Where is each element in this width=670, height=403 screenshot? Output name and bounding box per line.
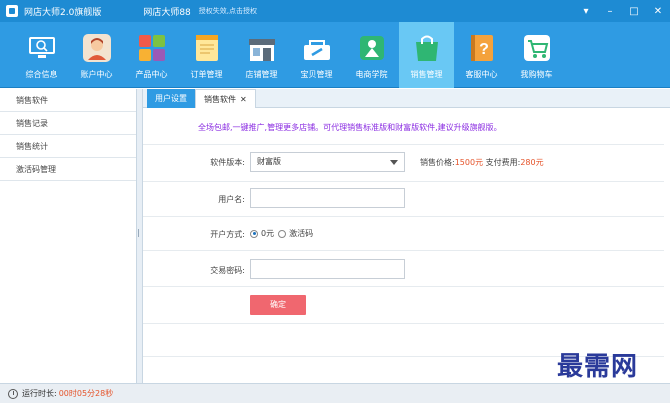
- divider: [143, 286, 664, 287]
- tab-user-settings[interactable]: 用户设置: [147, 89, 195, 108]
- nav-label: 销售管理: [410, 70, 443, 79]
- price-label: 销售价格:: [420, 158, 455, 167]
- confirm-button[interactable]: 确定: [250, 295, 306, 315]
- maximize-icon[interactable]: □: [622, 0, 646, 22]
- fee-label: 支付费用:: [485, 158, 521, 167]
- school-icon: [356, 32, 388, 64]
- open-mode-label: 开户方式:: [210, 230, 245, 239]
- sidebar-item-sales-stats[interactable]: 销售统计: [0, 135, 136, 158]
- password-label: 交易密码:: [210, 266, 245, 275]
- clock-icon: [8, 388, 18, 399]
- chevron-down-icon: [390, 160, 398, 165]
- user-icon: [81, 32, 113, 64]
- apps-icon: [136, 32, 168, 64]
- sidebar-item-sales-records[interactable]: 销售记录: [0, 112, 136, 135]
- tools-icon: [301, 32, 333, 64]
- minimize-icon[interactable]: –: [598, 0, 622, 22]
- version-select[interactable]: 财富版: [250, 152, 405, 172]
- nav-label: 店铺管理: [245, 70, 278, 79]
- app-title: 网店大师2.0旗舰版: [24, 7, 102, 18]
- nav-item-cart[interactable]: 我购物车: [509, 22, 564, 88]
- auth-status-link[interactable]: 授权失效,点击授权: [199, 6, 257, 16]
- tab-label: 销售软件: [204, 95, 236, 104]
- dropdown-icon[interactable]: ▾: [574, 0, 598, 22]
- shop-name: 网店大师88: [143, 7, 191, 18]
- runtime-value: 00时05分28秒: [58, 389, 114, 398]
- close-icon[interactable]: ✕: [240, 95, 247, 104]
- nav-item-overview[interactable]: 综合信息: [14, 22, 69, 88]
- nav-item-account[interactable]: 账户中心: [69, 22, 124, 88]
- runtime-label: 运行时长:: [22, 389, 57, 398]
- nav-item-sales[interactable]: 销售管理: [399, 22, 454, 88]
- title-bar: 网店大师2.0旗舰版 网店大师88 授权失效,点击授权 ▾ – □ ✕: [0, 0, 670, 22]
- nav-label: 我购物车: [520, 70, 553, 79]
- version-value: 财富版: [257, 157, 281, 166]
- nav-label: 账户中心: [80, 70, 113, 79]
- sidebar-item-activation-codes[interactable]: 激活码管理: [0, 158, 136, 181]
- nav-item-products[interactable]: 产品中心: [124, 22, 179, 88]
- monitor-icon: [26, 32, 58, 64]
- nav-label: 产品中心: [135, 70, 168, 79]
- price-value: 1500元: [454, 158, 484, 167]
- nav-item-support[interactable]: ? 客服中心: [454, 22, 509, 88]
- nav-label: 客服中心: [465, 70, 498, 79]
- notepad-icon: [191, 32, 223, 64]
- open-mode-group: 0元 激活码: [250, 228, 313, 239]
- radio-zero-yuan[interactable]: [250, 229, 258, 238]
- username-label: 用户名:: [218, 195, 245, 204]
- bag-icon: [411, 32, 443, 64]
- divider: [143, 181, 664, 182]
- divider: [143, 144, 664, 145]
- cart-icon: [521, 32, 553, 64]
- close-icon[interactable]: ✕: [646, 0, 670, 22]
- store-icon: [246, 32, 278, 64]
- main-nav: 综合信息 账户中心 产品中心 订单管理 店铺管理 宝贝管理 电商学院 销售管理 …: [0, 22, 670, 88]
- tab-bar: 用户设置 销售软件 ✕: [143, 89, 670, 108]
- radio-activation-code[interactable]: [278, 229, 287, 238]
- nav-item-items[interactable]: 宝贝管理: [289, 22, 344, 88]
- nav-item-orders[interactable]: 订单管理: [179, 22, 234, 88]
- option-code-label: 激活码: [289, 229, 314, 238]
- divider: [143, 250, 664, 251]
- help-book-icon: ?: [466, 32, 498, 64]
- nav-item-academy[interactable]: 电商学院: [344, 22, 399, 88]
- app-logo-icon: [6, 5, 18, 17]
- option-zero-label: 0元: [261, 229, 275, 238]
- price-info: 销售价格:1500元 支付费用:280元: [420, 157, 544, 168]
- nav-label: 电商学院: [355, 70, 388, 79]
- tab-sales-software[interactable]: 销售软件 ✕: [195, 89, 256, 108]
- nav-label: 订单管理: [190, 70, 223, 79]
- nav-item-stores[interactable]: 店铺管理: [234, 22, 289, 88]
- svg-text:?: ?: [479, 41, 489, 58]
- username-input[interactable]: [250, 188, 405, 208]
- watermark: 最需网: [557, 352, 639, 382]
- version-label: 软件版本:: [210, 158, 245, 167]
- nav-label: 综合信息: [25, 70, 58, 79]
- sidebar: 销售软件 销售记录 销售统计 激活码管理: [0, 89, 137, 383]
- divider: [143, 216, 664, 217]
- nav-label: 宝贝管理: [300, 70, 333, 79]
- sidebar-item-sales-software[interactable]: 销售软件: [0, 89, 136, 112]
- trade-password-input[interactable]: [250, 259, 405, 279]
- status-bar: 运行时长: 00时05分28秒: [0, 383, 670, 403]
- promo-notice: 全场包邮,一键推广,管理更多店铺。可代理销售标准版和财富版软件,建议升级旗舰版。: [198, 123, 502, 132]
- window-controls: ▾ – □ ✕: [574, 0, 670, 22]
- fee-value: 280元: [520, 158, 544, 167]
- sales-form: 全场包邮,一键推广,管理更多店铺。可代理销售标准版和财富版软件,建议升级旗舰版。…: [143, 108, 664, 383]
- divider: [143, 323, 664, 324]
